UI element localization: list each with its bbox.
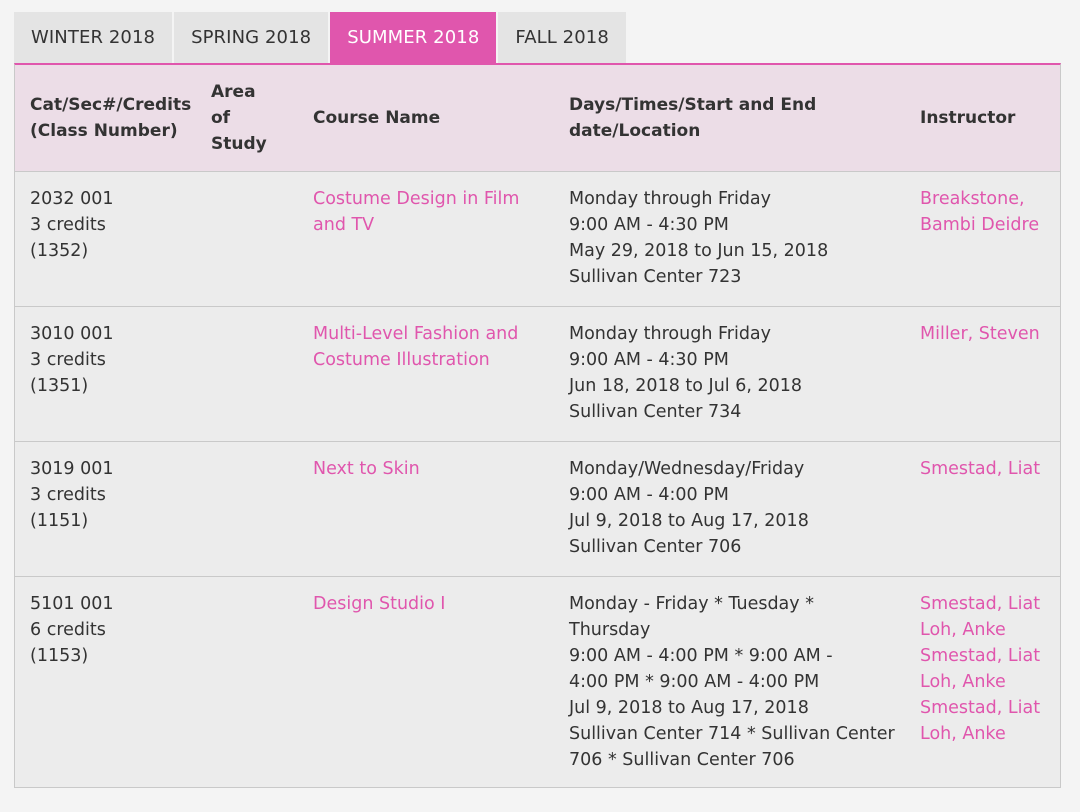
header-area-line: Area bbox=[211, 81, 256, 102]
cat-line: (1351) bbox=[30, 375, 89, 396]
header-instructor: Instructor bbox=[903, 65, 1060, 171]
cell-instructor: Smestad, Liat Loh, Anke Smestad, Liat Lo… bbox=[903, 575, 1060, 773]
instructor-link[interactable]: Smestad, Liat bbox=[920, 456, 1060, 482]
cell-cat: 5101 001 6 credits (1153) bbox=[15, 575, 205, 773]
course-link[interactable]: Design Studio I bbox=[313, 591, 552, 617]
cell-instructor: Smestad, Liat bbox=[903, 440, 1060, 576]
days-line: Monday through Friday bbox=[569, 188, 772, 209]
cell-course: Costume Design in Film and TV bbox=[297, 170, 552, 306]
instructor-link[interactable]: Miller, Steven bbox=[920, 321, 1060, 347]
instructor-link[interactable]: Loh, Anke bbox=[920, 617, 1060, 643]
cell-days: Monday through Friday 9:00 AM - 4:30 PM … bbox=[552, 170, 903, 306]
days-line: Sullivan Center 714 * Sullivan Center bbox=[569, 723, 895, 744]
tab-summer-2018[interactable]: SUMMER 2018 bbox=[330, 12, 499, 63]
days-line: May 29, 2018 to Jun 15, 2018 bbox=[569, 240, 829, 261]
cat-line: 5101 001 bbox=[30, 593, 114, 614]
table-header-row: Cat/Sec#/Credits (Class Number) Area of … bbox=[15, 65, 1060, 171]
cell-area bbox=[205, 575, 297, 773]
days-line: 4:00 PM * 9:00 AM - 4:00 PM bbox=[569, 671, 820, 692]
table-row: 3019 001 3 credits (1151) Next to Skin M… bbox=[15, 440, 1060, 576]
cat-line: 2032 001 bbox=[30, 188, 114, 209]
cell-area bbox=[205, 440, 297, 576]
cat-line: 3 credits bbox=[30, 214, 106, 235]
cat-line: 3010 001 bbox=[30, 323, 114, 344]
course-link[interactable]: Next to Skin bbox=[313, 456, 552, 482]
days-line: Monday - Friday * Tuesday * bbox=[569, 593, 814, 614]
tab-spring-2018[interactable]: SPRING 2018 bbox=[174, 12, 331, 63]
cat-line: 6 credits bbox=[30, 619, 106, 640]
days-line: Monday through Friday bbox=[569, 323, 772, 344]
header-days-line: date/Location bbox=[569, 120, 701, 141]
days-line: Sullivan Center 723 bbox=[569, 266, 742, 287]
table-row: 3010 001 3 credits (1351) Multi-Level Fa… bbox=[15, 305, 1060, 441]
instructor-link[interactable]: Loh, Anke bbox=[920, 721, 1060, 747]
cell-cat: 2032 001 3 credits (1352) bbox=[15, 170, 205, 306]
cell-days: Monday through Friday 9:00 AM - 4:30 PM … bbox=[552, 305, 903, 441]
header-days-line: Days/Times/Start and End bbox=[569, 94, 817, 115]
cell-days: Monday/Wednesday/Friday 9:00 AM - 4:00 P… bbox=[552, 440, 903, 576]
cat-line: (1151) bbox=[30, 510, 89, 531]
header-cat-line: Cat/Sec#/Credits bbox=[30, 94, 192, 115]
header-area-line: Study bbox=[211, 133, 267, 154]
cell-days: Monday - Friday * Tuesday * Thursday 9:0… bbox=[552, 575, 903, 773]
days-line: Monday/Wednesday/Friday bbox=[569, 458, 805, 479]
header-cat-line: (Class Number) bbox=[30, 120, 178, 141]
cell-area bbox=[205, 305, 297, 441]
header-area-line: of bbox=[211, 107, 231, 128]
header-cat: Cat/Sec#/Credits (Class Number) bbox=[15, 65, 205, 171]
course-link[interactable]: Costume Illustration bbox=[313, 347, 552, 373]
table-row: 2032 001 3 credits (1352) Costume Design… bbox=[15, 170, 1060, 306]
days-line: 9:00 AM - 4:30 PM bbox=[569, 214, 729, 235]
days-line: Jun 18, 2018 to Jul 6, 2018 bbox=[569, 375, 803, 396]
cat-line: (1153) bbox=[30, 645, 89, 666]
cell-instructor: Miller, Steven bbox=[903, 305, 1060, 441]
tab-winter-2018[interactable]: WINTER 2018 bbox=[14, 12, 175, 63]
days-line: 706 * Sullivan Center 706 bbox=[569, 749, 795, 770]
course-link[interactable]: Costume Design in Film bbox=[313, 186, 552, 212]
header-days: Days/Times/Start and End date/Location bbox=[552, 65, 903, 171]
days-line: 9:00 AM - 4:00 PM bbox=[569, 484, 729, 505]
instructor-link[interactable]: Bambi Deidre bbox=[920, 212, 1060, 238]
days-line: Thursday bbox=[569, 619, 651, 640]
cat-line: 3 credits bbox=[30, 349, 106, 370]
instructor-link[interactable]: Loh, Anke bbox=[920, 669, 1060, 695]
instructor-link[interactable]: Smestad, Liat bbox=[920, 695, 1060, 721]
instructor-link[interactable]: Smestad, Liat bbox=[920, 643, 1060, 669]
days-line: Jul 9, 2018 to Aug 17, 2018 bbox=[569, 697, 809, 718]
cell-instructor: Breakstone, Bambi Deidre bbox=[903, 170, 1060, 306]
instructor-link[interactable]: Breakstone, bbox=[920, 186, 1060, 212]
cat-line: 3 credits bbox=[30, 484, 106, 505]
header-course-name: Course Name bbox=[297, 65, 552, 171]
tab-fall-2018[interactable]: FALL 2018 bbox=[498, 12, 628, 63]
cell-cat: 3019 001 3 credits (1151) bbox=[15, 440, 205, 576]
course-link[interactable]: and TV bbox=[313, 212, 552, 238]
cell-course: Multi-Level Fashion and Costume Illustra… bbox=[297, 305, 552, 441]
days-line: Sullivan Center 734 bbox=[569, 401, 742, 422]
days-line: Jul 9, 2018 to Aug 17, 2018 bbox=[569, 510, 809, 531]
table-row: 5101 001 6 credits (1153) Design Studio … bbox=[15, 575, 1060, 773]
cell-area bbox=[205, 170, 297, 306]
days-line: 9:00 AM - 4:30 PM bbox=[569, 349, 729, 370]
course-link[interactable]: Multi-Level Fashion and bbox=[313, 321, 552, 347]
instructor-link[interactable]: Smestad, Liat bbox=[920, 591, 1060, 617]
cell-cat: 3010 001 3 credits (1351) bbox=[15, 305, 205, 441]
days-line: 9:00 AM - 4:00 PM * 9:00 AM - bbox=[569, 645, 833, 666]
cell-course: Next to Skin bbox=[297, 440, 552, 576]
term-tabs: WINTER 2018 SPRING 2018 SUMMER 2018 FALL… bbox=[14, 12, 628, 63]
days-line: Sullivan Center 706 bbox=[569, 536, 742, 557]
cat-line: (1352) bbox=[30, 240, 89, 261]
header-area: Area of Study bbox=[205, 65, 297, 171]
cell-course: Design Studio I bbox=[297, 575, 552, 773]
course-table: Cat/Sec#/Credits (Class Number) Area of … bbox=[15, 65, 1060, 773]
cat-line: 3019 001 bbox=[30, 458, 114, 479]
course-table-panel: Cat/Sec#/Credits (Class Number) Area of … bbox=[14, 63, 1061, 788]
